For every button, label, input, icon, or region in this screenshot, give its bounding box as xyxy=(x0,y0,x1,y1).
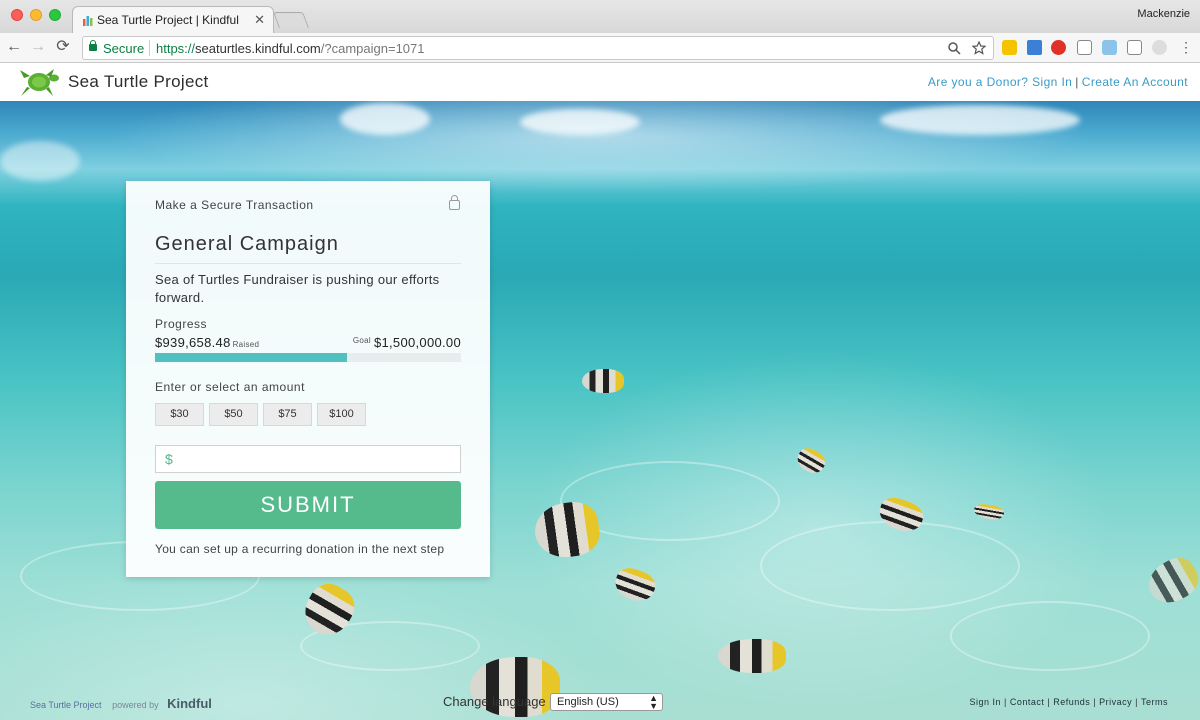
secure-label: Secure xyxy=(103,41,145,56)
donation-card: Make a Secure Transaction General Campai… xyxy=(126,181,490,577)
change-language-label: Change language xyxy=(443,694,546,709)
footer-link-terms[interactable]: Terms xyxy=(1141,697,1168,707)
forward-icon[interactable]: → xyxy=(29,38,47,56)
amount-button-100[interactable]: $100 xyxy=(317,403,366,426)
amount-label: Enter or select an amount xyxy=(155,380,305,394)
extension-reader-icon[interactable] xyxy=(1127,40,1142,55)
raised-value: $939,658.48 xyxy=(155,335,231,350)
progress-label: Progress xyxy=(155,317,208,331)
back-icon[interactable]: ← xyxy=(5,38,23,56)
address-bar[interactable]: Secure https://seaturtles.kindful.com/?c… xyxy=(82,36,994,60)
minimize-window-button[interactable] xyxy=(30,9,42,21)
maximize-window-button[interactable] xyxy=(49,9,61,21)
create-account-link[interactable]: Create An Account xyxy=(1082,75,1188,89)
recurring-note: You can set up a recurring donation in t… xyxy=(155,542,445,556)
new-tab-button[interactable] xyxy=(273,12,309,28)
title-divider xyxy=(155,263,461,264)
extension-c-icon[interactable] xyxy=(1077,40,1092,55)
tab-close-icon[interactable]: ✕ xyxy=(254,12,265,28)
amount-options: $30 $50 $75 $100 xyxy=(155,403,366,426)
bookmark-star-icon[interactable] xyxy=(972,41,986,55)
goal-label: Goal xyxy=(352,336,371,345)
extension-power-icon[interactable] xyxy=(1152,40,1167,55)
language-value: English (US) xyxy=(557,696,619,708)
sea-turtle-logo[interactable] xyxy=(18,66,62,98)
amount-button-75[interactable]: $75 xyxy=(263,403,312,426)
footer-branding: Sea Turtle Project powered by Kindful xyxy=(30,696,212,711)
amount-button-50[interactable]: $50 xyxy=(209,403,258,426)
url-scheme: https:// xyxy=(156,41,196,56)
zoom-icon[interactable] xyxy=(948,42,961,55)
footer-project-link[interactable]: Sea Turtle Project xyxy=(30,700,102,710)
browser-tab[interactable]: Sea Turtle Project | Kindful ✕ xyxy=(72,6,274,34)
tab-title: Sea Turtle Project | Kindful xyxy=(97,13,239,27)
browser-toolbar: ← → ⟳ Secure https://seaturtles.kindful.… xyxy=(0,33,1200,63)
url-divider xyxy=(149,40,150,56)
progress-bar-fill xyxy=(155,353,347,362)
campaign-description: Sea of Turtles Fundraiser is pushing our… xyxy=(155,272,440,305)
account-links: Are you a Donor? Sign In | Create An Accou… xyxy=(928,75,1188,89)
extension-notes-icon[interactable] xyxy=(1002,40,1017,55)
close-window-button[interactable] xyxy=(11,9,23,21)
url-path: /?campaign=1071 xyxy=(320,41,425,56)
extension-screenshot-icon[interactable] xyxy=(1102,40,1117,55)
link-separator: | xyxy=(1075,75,1079,89)
donor-signin-link[interactable]: Are you a Donor? Sign In xyxy=(928,75,1072,89)
footer-links: Sign In | Contact | Refunds | Privacy | Terms xyxy=(969,697,1168,707)
goal-amount: Goal $1,500,000.00 xyxy=(353,335,461,350)
footer-link-contact[interactable]: Contact xyxy=(1010,697,1045,707)
raised-label: Raised xyxy=(232,340,260,349)
campaign-title: General Campaign xyxy=(155,233,339,255)
amount-button-30[interactable]: $30 xyxy=(155,403,204,426)
goal-value: $1,500,000.00 xyxy=(373,335,461,350)
footer-link-refunds[interactable]: Refunds xyxy=(1053,697,1090,707)
secure-lock-icon xyxy=(89,40,97,51)
language-select[interactable]: English (US) ▲ ▼ xyxy=(550,693,663,711)
url-text[interactable]: https://seaturtles.kindful.com/?campaign… xyxy=(156,41,425,56)
progress-bar xyxy=(155,353,461,362)
reload-icon[interactable]: ⟳ xyxy=(54,38,72,56)
url-host: seaturtles.kindful.com xyxy=(195,41,321,56)
select-arrows-icon: ▲ ▼ xyxy=(649,693,658,711)
powered-by-label: powered by xyxy=(112,700,159,710)
custom-amount-input[interactable]: $ xyxy=(155,445,461,473)
browser-titlebar: Sea Turtle Project | Kindful ✕ Mackenzie xyxy=(0,0,1200,34)
currency-symbol: $ xyxy=(165,451,173,467)
footer-link-privacy[interactable]: Privacy xyxy=(1099,697,1132,707)
raised-amount: $939,658.48 Raised xyxy=(155,335,259,350)
footer-link-signin[interactable]: Sign In xyxy=(970,697,1002,707)
site-header: Sea Turtle Project Are you a Donor? Sign… xyxy=(0,64,1200,101)
kindful-favicon-icon xyxy=(83,16,93,26)
lock-icon xyxy=(449,195,460,210)
profile-name[interactable]: Mackenzie xyxy=(1137,8,1190,20)
site-name[interactable]: Sea Turtle Project xyxy=(68,72,209,92)
submit-button[interactable]: SUBMIT xyxy=(155,481,461,529)
secure-transaction-heading: Make a Secure Transaction xyxy=(155,198,314,212)
kindful-logo[interactable]: Kindful xyxy=(167,696,212,711)
menu-kebab-icon[interactable]: ⋮ xyxy=(1177,38,1195,56)
extension-adblock-icon[interactable] xyxy=(1051,40,1066,55)
extension-mail-icon[interactable] xyxy=(1027,40,1042,55)
